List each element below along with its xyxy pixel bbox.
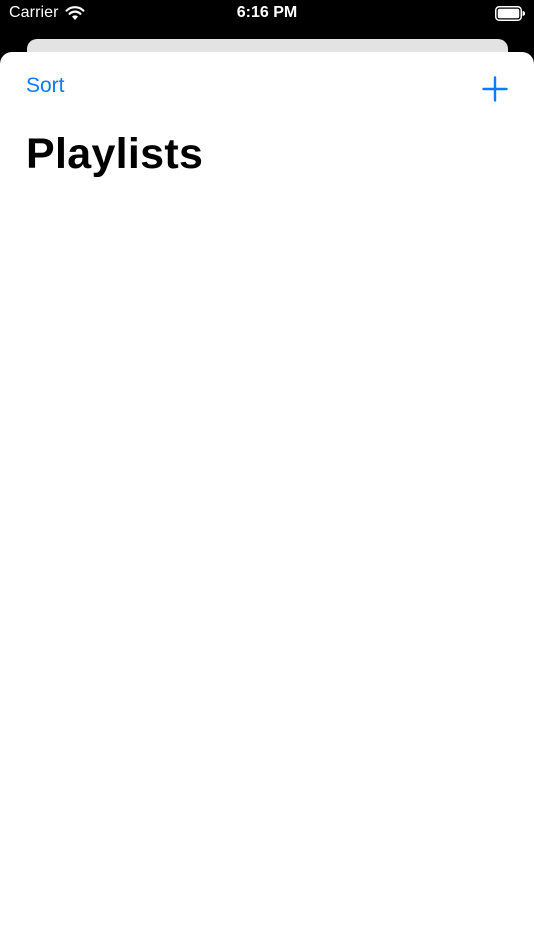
status-time: 6:16 PM — [236, 4, 298, 21]
plus-icon — [482, 76, 508, 102]
screen: Carrier 6:16 PM Sort Playlists — [0, 0, 534, 950]
page-title: Playlists — [26, 130, 204, 178]
playlist-list[interactable] — [0, 202, 534, 950]
status-bar: Carrier 6:16 PM — [0, 0, 534, 30]
sort-button[interactable]: Sort — [26, 74, 65, 98]
add-playlist-button[interactable] — [482, 76, 508, 102]
navigation-bar: Sort — [0, 52, 534, 126]
battery-icon — [495, 6, 525, 21]
playlists-sheet: Sort Playlists — [0, 52, 534, 950]
